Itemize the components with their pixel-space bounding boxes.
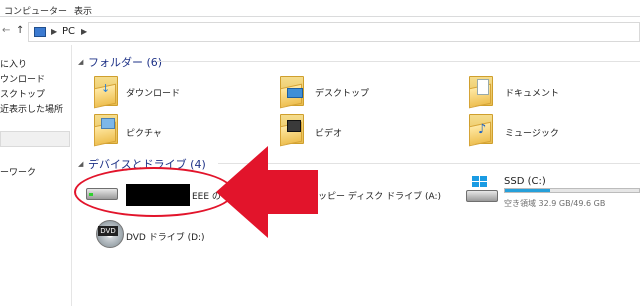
pictures-folder-icon[interactable] bbox=[92, 114, 120, 147]
ssd-capacity-fill bbox=[505, 189, 551, 192]
breadcrumb-pc[interactable]: PC bbox=[62, 26, 75, 37]
nav-item-network[interactable]: ーワーク bbox=[0, 165, 36, 178]
folder-label-downloads[interactable]: ダウンロード bbox=[126, 86, 180, 99]
dvd-tag: DVD bbox=[98, 226, 118, 236]
annotation-arrow-icon bbox=[216, 146, 318, 238]
folder-label-desktop[interactable]: デスクトップ bbox=[315, 86, 369, 99]
nav-item-favorites[interactable]: に入り bbox=[0, 57, 27, 70]
group-collapse-icon[interactable]: ◢ bbox=[78, 160, 83, 168]
folder-label-pictures[interactable]: ピクチャ bbox=[126, 126, 162, 139]
breadcrumb-chevron-icon[interactable]: ▶ bbox=[81, 27, 87, 36]
ssd-capacity-bar bbox=[504, 188, 640, 193]
ribbon-tabs: コンピューター 表示 bbox=[0, 0, 640, 17]
download-folder-icon[interactable]: ↓ bbox=[92, 76, 120, 109]
nav-item-desktop[interactable]: スクトップ bbox=[0, 87, 45, 100]
ssd-free-space: 空き領域 32.9 GB/49.6 GB bbox=[504, 199, 606, 208]
music-folder-icon[interactable]: ♪ bbox=[467, 114, 495, 147]
address-bar[interactable]: ▶ PC ▶ bbox=[28, 22, 640, 42]
dvd-drive-label[interactable]: DVD ドライブ (D:) bbox=[126, 230, 205, 243]
documents-folder-icon[interactable] bbox=[467, 76, 495, 109]
address-row: ← ↑ ▶ PC ▶ bbox=[0, 17, 640, 45]
windows-logo-icon bbox=[472, 176, 488, 188]
up-arrow-icon[interactable]: ↑ bbox=[16, 25, 24, 36]
folder-label-videos[interactable]: ビデオ bbox=[315, 126, 342, 139]
tab-computer[interactable]: コンピューター bbox=[4, 4, 67, 17]
folders-group-header[interactable]: フォルダー (6) bbox=[88, 54, 162, 70]
group-divider bbox=[156, 61, 640, 62]
back-arrow-icon[interactable]: ← bbox=[2, 25, 10, 36]
pc-icon bbox=[34, 27, 46, 37]
annotation-circle bbox=[74, 167, 234, 217]
nav-item-recent-places[interactable]: 近表示した場所 bbox=[0, 102, 63, 115]
group-collapse-icon[interactable]: ◢ bbox=[78, 58, 83, 66]
folder-label-music[interactable]: ミュージック bbox=[505, 126, 559, 139]
floppy-drive-label[interactable]: ッピー ディスク ドライブ (A:) bbox=[318, 189, 441, 202]
nav-item-downloads[interactable]: ウンロード bbox=[0, 72, 45, 85]
desktop-folder-icon[interactable] bbox=[278, 76, 306, 109]
tab-view[interactable]: 表示 bbox=[74, 4, 92, 17]
nav-item-pc-selected[interactable] bbox=[0, 131, 70, 147]
videos-folder-icon[interactable] bbox=[278, 114, 306, 147]
ssd-drive-label[interactable]: SSD (C:) bbox=[504, 176, 546, 187]
navigation-pane: に入り ウンロード スクトップ 近表示した場所 ーワーク bbox=[0, 45, 72, 306]
breadcrumb-chevron-icon[interactable]: ▶ bbox=[51, 27, 57, 36]
folder-label-documents[interactable]: ドキュメント bbox=[505, 86, 559, 99]
